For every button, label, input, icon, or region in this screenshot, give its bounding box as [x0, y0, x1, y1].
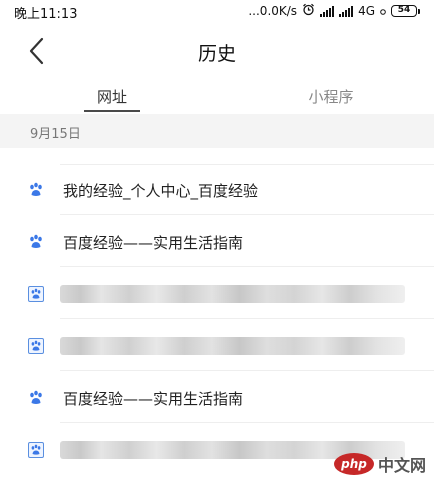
- status-time: 晚上11:13: [14, 7, 78, 22]
- status-bar: 晚上11:13 ...0.0K/s 4G 54: [0, 0, 434, 24]
- page-title: 历史: [197, 43, 236, 65]
- history-item[interactable]: 我的经验_个人中心_百度经验: [0, 165, 434, 215]
- divider: [60, 318, 434, 319]
- watermark-text: 中文网: [377, 456, 426, 475]
- php-logo: php: [333, 453, 374, 475]
- history-item[interactable]: 百度经验——实用生活指南: [0, 373, 434, 423]
- signal-1-icon: [320, 5, 335, 17]
- wifi-dot-icon: [380, 4, 386, 18]
- header: 历史: [0, 24, 434, 80]
- baidu-paw-boxed-icon: [28, 338, 44, 354]
- divider: [60, 370, 434, 371]
- divider: [60, 214, 434, 215]
- blurred-title: [60, 337, 405, 355]
- divider: [60, 422, 434, 423]
- battery-icon: 54: [391, 5, 420, 17]
- network-speed: ...0.0K/s: [248, 4, 298, 18]
- date-label: 9月15日: [30, 127, 81, 142]
- baidu-paw-boxed-icon: [28, 286, 44, 302]
- network-type: 4G: [358, 4, 375, 18]
- tab-web[interactable]: 网址: [82, 86, 142, 107]
- status-indicators: ...0.0K/s 4G 54: [248, 3, 420, 19]
- blurred-title: [60, 285, 405, 303]
- watermark: php 中文网: [333, 452, 426, 476]
- baidu-paw-boxed-icon: [28, 442, 44, 458]
- tab-bar: 网址 小程序: [0, 80, 434, 114]
- history-item-title: 我的经验_个人中心_百度经验: [63, 182, 259, 200]
- divider: [60, 266, 434, 267]
- baidu-paw-icon: [30, 234, 42, 248]
- alarm-icon: [302, 3, 315, 19]
- date-header: 9月15日: [0, 114, 434, 148]
- baidu-paw-icon: [30, 182, 42, 196]
- history-item[interactable]: [0, 269, 434, 319]
- history-item-title: 百度经验——实用生活指南: [63, 390, 244, 408]
- active-tab-indicator: [84, 110, 140, 112]
- signal-2-icon: [339, 5, 354, 17]
- history-item[interactable]: 百度经验——实用生活指南: [0, 217, 434, 267]
- history-item[interactable]: [0, 321, 434, 371]
- history-item-title: 百度经验——实用生活指南: [63, 234, 244, 252]
- tab-mini-programs[interactable]: 小程序: [286, 86, 376, 107]
- battery-level: 54: [391, 5, 417, 17]
- baidu-paw-icon: [30, 390, 42, 404]
